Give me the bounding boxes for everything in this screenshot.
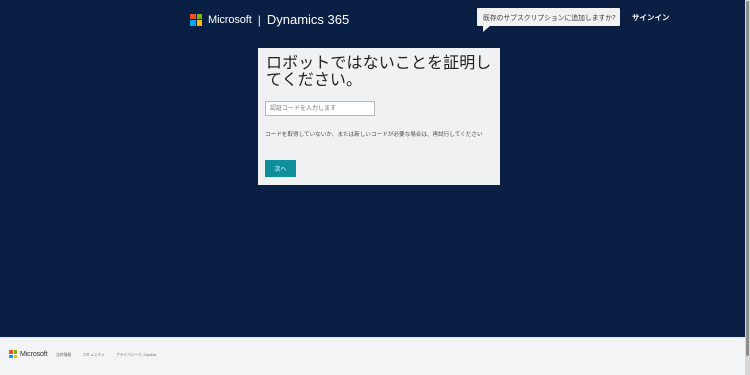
main-content-area: Microsoft | Dynamics 365 既存のサブスクリプションに追加…: [0, 0, 745, 337]
signin-link[interactable]: サインイン: [632, 12, 670, 23]
footer-link-privacy-cookies[interactable]: プライバシーと Cookie: [116, 352, 157, 358]
footer-link-community[interactable]: コミュニティ: [82, 352, 105, 358]
header-separator: |: [257, 12, 261, 27]
verification-title: ロボットではないことを証明してください。: [266, 53, 492, 89]
footer-links: 法的情報 コミュニティ プライバシーと Cookie: [56, 352, 156, 358]
footer-link-legal[interactable]: 法的情報: [56, 352, 71, 358]
header-product-name: Dynamics 365: [266, 12, 350, 27]
microsoft-logo-icon: [190, 13, 202, 26]
subscription-tooltip[interactable]: 既存のサブスクリプションに追加しますか?: [477, 8, 620, 32]
help-text: コードを取得していないか、または新しいコードが必要な場合は、再試行してください: [265, 132, 483, 138]
header-brand-text: Microsoft: [208, 13, 252, 26]
next-button[interactable]: 次へ: [265, 160, 296, 177]
verification-card: ロボットではないことを証明してください。 コードを取得していないか、または新しい…: [258, 48, 500, 185]
header-logo[interactable]: Microsoft | Dynamics 365: [190, 12, 349, 27]
footer-brand-text: Microsoft: [20, 350, 48, 358]
footer-logo[interactable]: Microsoft: [9, 350, 48, 358]
footer: Microsoft 法的情報 コミュニティ プライバシーと Cookie: [0, 337, 745, 375]
scrollbar-thumb[interactable]: [746, 1, 749, 356]
verification-code-input[interactable]: [265, 101, 375, 116]
footer-microsoft-logo-icon: [9, 350, 17, 358]
subscription-tooltip-text: 既存のサブスクリプションに追加しますか?: [483, 14, 616, 22]
vertical-scrollbar[interactable]: [745, 0, 750, 375]
